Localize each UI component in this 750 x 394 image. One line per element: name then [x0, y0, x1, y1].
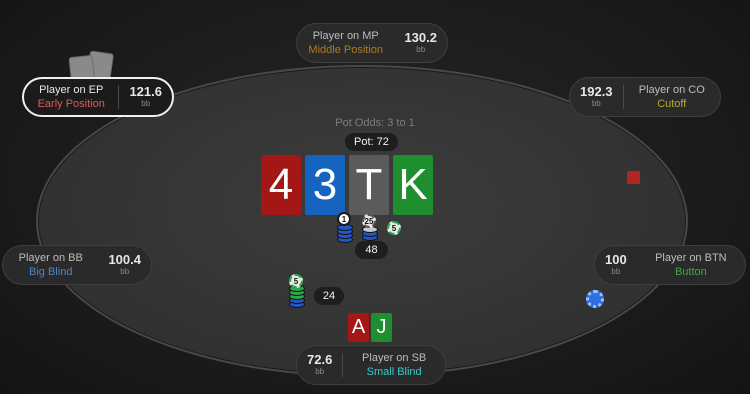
seat-bb-stack-amount: 100.4: [108, 252, 141, 267]
seat-btn[interactable]: 100 bb Player on BTN Button: [594, 245, 746, 285]
seat-mp[interactable]: Player on MP Middle Position 130.2 bb: [296, 23, 448, 63]
seat-sb-info: Player on SB Small Blind: [343, 351, 445, 379]
hero-hole-cards: A J: [348, 313, 392, 342]
center-bet-amount: 48: [355, 241, 388, 259]
board-cards: 4 3 T K: [261, 155, 433, 215]
seat-ep-stack: 121.6 bb: [119, 85, 172, 109]
pot-amount: Pot: 72: [345, 133, 398, 151]
seat-bb-stack-unit: bb: [120, 267, 130, 276]
seat-co-name: Player on CO: [638, 84, 705, 96]
seat-co-stack: 192.3 bb: [570, 85, 623, 109]
chip-5a-label: 5: [387, 221, 401, 235]
seat-sb-stack-unit: bb: [315, 367, 325, 376]
seat-bb-info: Player on BB Big Blind: [3, 251, 98, 279]
seat-mp-info: Player on MP Middle Position: [297, 29, 394, 57]
seat-mp-name: Player on MP: [312, 30, 379, 42]
seat-btn-stack: 100 bb: [595, 253, 637, 277]
dealer-button-icon: [586, 290, 604, 308]
chip-1-label: 1: [337, 212, 351, 226]
seat-mp-position: Middle Position: [308, 44, 384, 56]
sb-bet-amount: 24: [314, 287, 344, 305]
seat-btn-stack-amount: 100: [605, 252, 627, 267]
seat-bb-stack: 100.4 bb: [98, 253, 151, 277]
pot-odds-label: Pot Odds: 3 to 1: [335, 117, 415, 129]
seat-co-stack-amount: 192.3: [580, 84, 613, 99]
seat-co[interactable]: 192.3 bb Player on CO Cutoff: [569, 77, 721, 117]
seat-ep-info: Player on EP Early Position: [24, 83, 118, 111]
seat-co-stack-unit: bb: [591, 99, 601, 108]
seat-ep-stack-unit: bb: [141, 99, 151, 108]
seat-mp-stack-amount: 130.2: [404, 30, 437, 45]
red-marker-icon: [627, 171, 640, 184]
hole-card-1: A: [348, 313, 369, 342]
seat-bb-position: Big Blind: [29, 266, 73, 278]
seat-sb-position: Small Blind: [366, 366, 422, 378]
hole-card-2: J: [371, 313, 392, 342]
seat-btn-stack-unit: bb: [611, 267, 621, 276]
seat-btn-position: Button: [674, 266, 707, 278]
board-card-1: 4: [261, 155, 301, 215]
seat-btn-info: Player on BTN Button: [637, 251, 745, 279]
seat-ep-stack-amount: 121.6: [129, 84, 162, 99]
board-card-4: K: [393, 155, 433, 215]
chip-5b-label: 5: [289, 274, 303, 288]
seat-btn-name: Player on BTN: [655, 252, 727, 264]
board-card-2: 3: [305, 155, 345, 215]
seat-bb[interactable]: Player on BB Big Blind 100.4 bb: [2, 245, 152, 285]
seat-mp-stack-unit: bb: [416, 45, 426, 54]
seat-sb-stack-amount: 72.6: [307, 352, 333, 367]
seat-co-info: Player on CO Cutoff: [624, 83, 720, 111]
seat-mp-stack: 130.2 bb: [394, 31, 447, 55]
chip-25-label: 25: [362, 214, 376, 228]
seat-sb-stack: 72.6 bb: [297, 353, 342, 377]
board-card-3: T: [349, 155, 389, 215]
seat-sb-name: Player on SB: [362, 352, 427, 364]
seat-bb-name: Player on BB: [18, 252, 83, 264]
seat-ep-name: Player on EP: [39, 84, 104, 96]
seat-co-position: Cutoff: [657, 98, 687, 110]
seat-ep[interactable]: Player on EP Early Position 121.6 bb: [22, 77, 174, 117]
seat-ep-position: Early Position: [37, 98, 105, 110]
seat-sb[interactable]: 72.6 bb Player on SB Small Blind: [296, 345, 446, 385]
